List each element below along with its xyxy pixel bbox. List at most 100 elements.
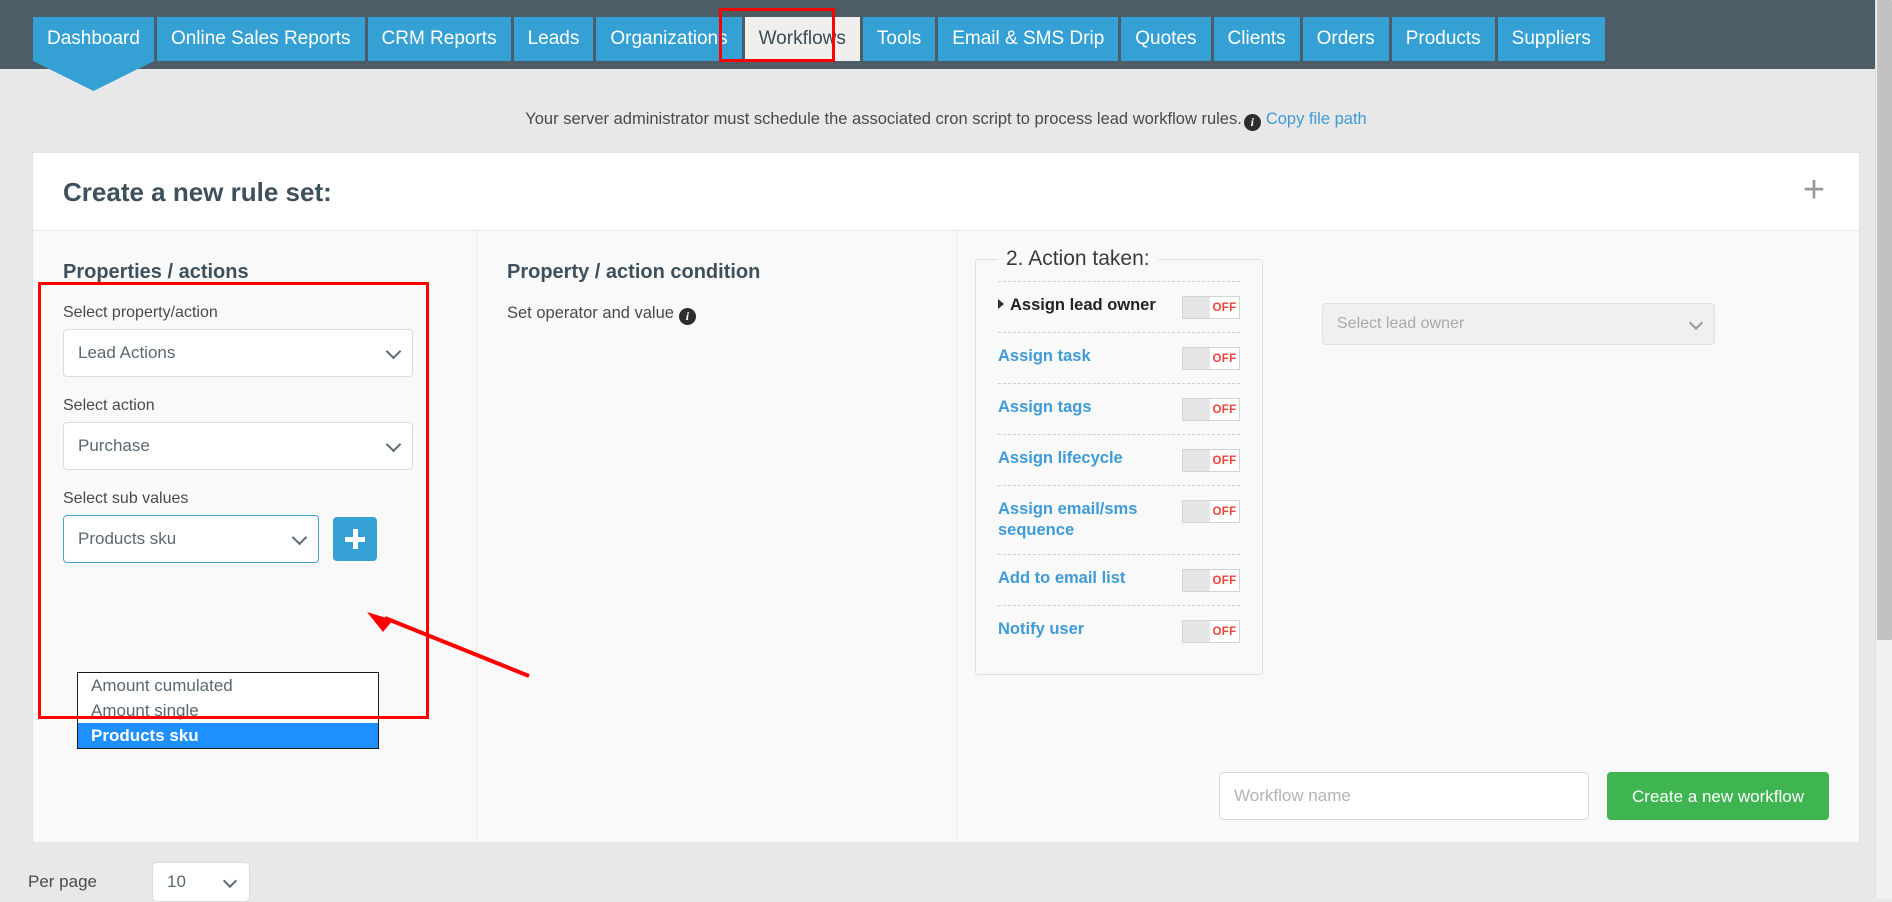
- select-sub-values-value: Products sku: [78, 529, 177, 548]
- cron-notice-text: Your server administrator must schedule …: [525, 110, 1242, 128]
- workflow-create-bar: Workflow name Create a new workflow: [957, 772, 1829, 820]
- properties-heading: Properties / actions: [63, 261, 249, 283]
- action-row: Assign email/sms sequence OFF: [998, 485, 1240, 554]
- select-lead-owner-dropdown[interactable]: Select lead owner: [1322, 303, 1715, 345]
- scrollbar-thumb[interactable]: [1877, 0, 1892, 640]
- action-label-assign-lead-owner[interactable]: Assign lead owner: [998, 295, 1168, 316]
- toggle-state-label: OFF: [1212, 574, 1237, 587]
- nav-tab-list: Dashboard Online Sales Reports CRM Reports…: [33, 17, 1608, 61]
- action-taken-legend: 2. Action taken:: [1006, 247, 1150, 270]
- action-row: Assign lifecycle OFF: [998, 434, 1240, 485]
- workflow-name-placeholder: Workflow name: [1234, 786, 1351, 805]
- caret-right-icon: [998, 299, 1004, 309]
- condition-subtext-label: Set operator and value: [507, 304, 674, 322]
- toggle-switch[interactable]: OFF: [1182, 620, 1240, 643]
- action-label-text: Assign email/sms sequence: [998, 500, 1138, 539]
- toggle-switch[interactable]: OFF: [1182, 569, 1240, 592]
- action-rows-container: Assign lead owner OFF Assign task OFF Assign…: [998, 281, 1240, 656]
- chevron-down-icon: [291, 529, 308, 546]
- action-label-text: Assign task: [998, 347, 1091, 365]
- toggle-knob: [1183, 348, 1210, 369]
- page-title: Create a new rule set:: [63, 177, 332, 207]
- card-header: Create a new rule set: +: [33, 153, 1859, 231]
- action-row: Add to email list OFF: [998, 554, 1240, 605]
- action-label-assign-task[interactable]: Assign task: [998, 346, 1168, 367]
- per-page-select[interactable]: 10: [152, 862, 250, 902]
- rule-set-card: Create a new rule set: + Properties / ac…: [32, 152, 1860, 842]
- nav-tab-online-sales-reports[interactable]: Online Sales Reports: [156, 17, 365, 61]
- nav-tab-workflows[interactable]: Workflows: [744, 17, 860, 61]
- dropdown-option[interactable]: Amount cumulated: [78, 673, 378, 698]
- info-icon: i: [678, 308, 696, 325]
- nav-tab-clients[interactable]: Clients: [1213, 17, 1300, 61]
- select-action-dropdown[interactable]: Purchase: [63, 422, 413, 470]
- add-sub-value-button[interactable]: [333, 517, 377, 561]
- sub-values-row: Products sku: [63, 515, 446, 563]
- condition-heading: Property / action condition: [507, 261, 761, 283]
- workflow-name-input[interactable]: Workflow name: [1219, 772, 1589, 820]
- action-label-text: Assign tags: [998, 398, 1092, 416]
- toggle-switch[interactable]: OFF: [1182, 500, 1240, 523]
- action-label-text: Add to email list: [998, 569, 1126, 587]
- action-taken-fieldset: 2. Action taken: Assign lead owner OFF Ass…: [975, 247, 1263, 675]
- nav-tab-dashboard[interactable]: Dashboard: [33, 17, 154, 61]
- nav-tab-email-sms-drip[interactable]: Email & SMS Drip: [938, 17, 1119, 61]
- action-label-text: Assign lifecycle: [998, 449, 1123, 467]
- nav-tab-leads[interactable]: Leads: [513, 17, 594, 61]
- add-rule-set-icon[interactable]: +: [1797, 171, 1831, 209]
- toggle-state-label: OFF: [1212, 301, 1237, 314]
- action-row: Assign tags OFF: [998, 383, 1240, 434]
- per-page-label: Per page: [28, 872, 97, 891]
- select-sub-values-label: Select sub values: [63, 490, 189, 507]
- nav-tab-quotes[interactable]: Quotes: [1121, 17, 1211, 61]
- create-workflow-button[interactable]: Create a new workflow: [1607, 772, 1829, 820]
- toggle-state-label: OFF: [1212, 454, 1237, 467]
- toggle-knob: [1183, 450, 1210, 471]
- toggle-switch[interactable]: OFF: [1182, 296, 1240, 319]
- chevron-down-icon: [222, 873, 238, 889]
- condition-panel: Property / action condition Set operator…: [477, 231, 957, 842]
- toggle-switch[interactable]: OFF: [1182, 347, 1240, 370]
- nav-tab-crm-reports[interactable]: CRM Reports: [367, 17, 511, 61]
- page-footer: Per page 10: [0, 862, 1892, 902]
- dropdown-option[interactable]: Products sku: [78, 723, 378, 748]
- nav-tab-organizations[interactable]: Organizations: [596, 17, 742, 61]
- select-property-dropdown[interactable]: Lead Actions: [63, 329, 413, 377]
- properties-actions-panel: Properties / actions Select property/act…: [33, 231, 477, 842]
- chevron-down-icon: [385, 436, 402, 453]
- toggle-switch[interactable]: OFF: [1182, 449, 1240, 472]
- sub-values-dropdown-list[interactable]: Amount cumulated Amount single Products sk…: [77, 672, 379, 749]
- dropdown-option[interactable]: Amount single: [78, 698, 378, 723]
- toggle-switch[interactable]: OFF: [1182, 398, 1240, 421]
- select-lead-owner-placeholder: Select lead owner: [1337, 315, 1465, 332]
- nav-tab-orders[interactable]: Orders: [1302, 17, 1389, 61]
- chevron-down-icon: [1688, 315, 1704, 331]
- action-label-assign-tags[interactable]: Assign tags: [998, 397, 1168, 418]
- action-label-add-to-email-list[interactable]: Add to email list: [998, 568, 1168, 589]
- action-row: Assign lead owner OFF: [998, 281, 1240, 332]
- toggle-knob: [1183, 501, 1210, 522]
- action-taken-panel: 2. Action taken: Assign lead owner OFF Ass…: [957, 231, 1859, 842]
- select-property-label: Select property/action: [63, 304, 218, 321]
- action-label-assign-email-sms-sequence[interactable]: Assign email/sms sequence: [998, 499, 1168, 541]
- toggle-knob: [1183, 621, 1210, 642]
- toggle-knob: [1183, 399, 1210, 420]
- action-row: Assign task OFF: [998, 332, 1240, 383]
- per-page-value: 10: [167, 872, 186, 891]
- nav-tab-suppliers[interactable]: Suppliers: [1497, 17, 1605, 61]
- select-sub-values-dropdown[interactable]: Products sku: [63, 515, 319, 563]
- card-body: Properties / actions Select property/act…: [33, 231, 1859, 842]
- action-label-assign-lifecycle[interactable]: Assign lifecycle: [998, 448, 1168, 469]
- nav-tab-tools[interactable]: Tools: [862, 17, 936, 61]
- toggle-knob: [1183, 570, 1210, 591]
- select-property-value: Lead Actions: [78, 343, 176, 362]
- page-scrollbar[interactable]: [1875, 0, 1892, 899]
- chevron-down-icon: [385, 343, 402, 360]
- info-icon: i: [1243, 114, 1261, 131]
- action-label-text: Notify user: [998, 620, 1085, 638]
- copy-file-path-link[interactable]: Copy file path: [1266, 110, 1367, 128]
- action-label-notify-user[interactable]: Notify user: [998, 619, 1168, 640]
- toggle-state-label: OFF: [1212, 625, 1237, 638]
- nav-tab-products[interactable]: Products: [1391, 17, 1495, 61]
- cron-notice: Your server administrator must schedule …: [0, 110, 1892, 131]
